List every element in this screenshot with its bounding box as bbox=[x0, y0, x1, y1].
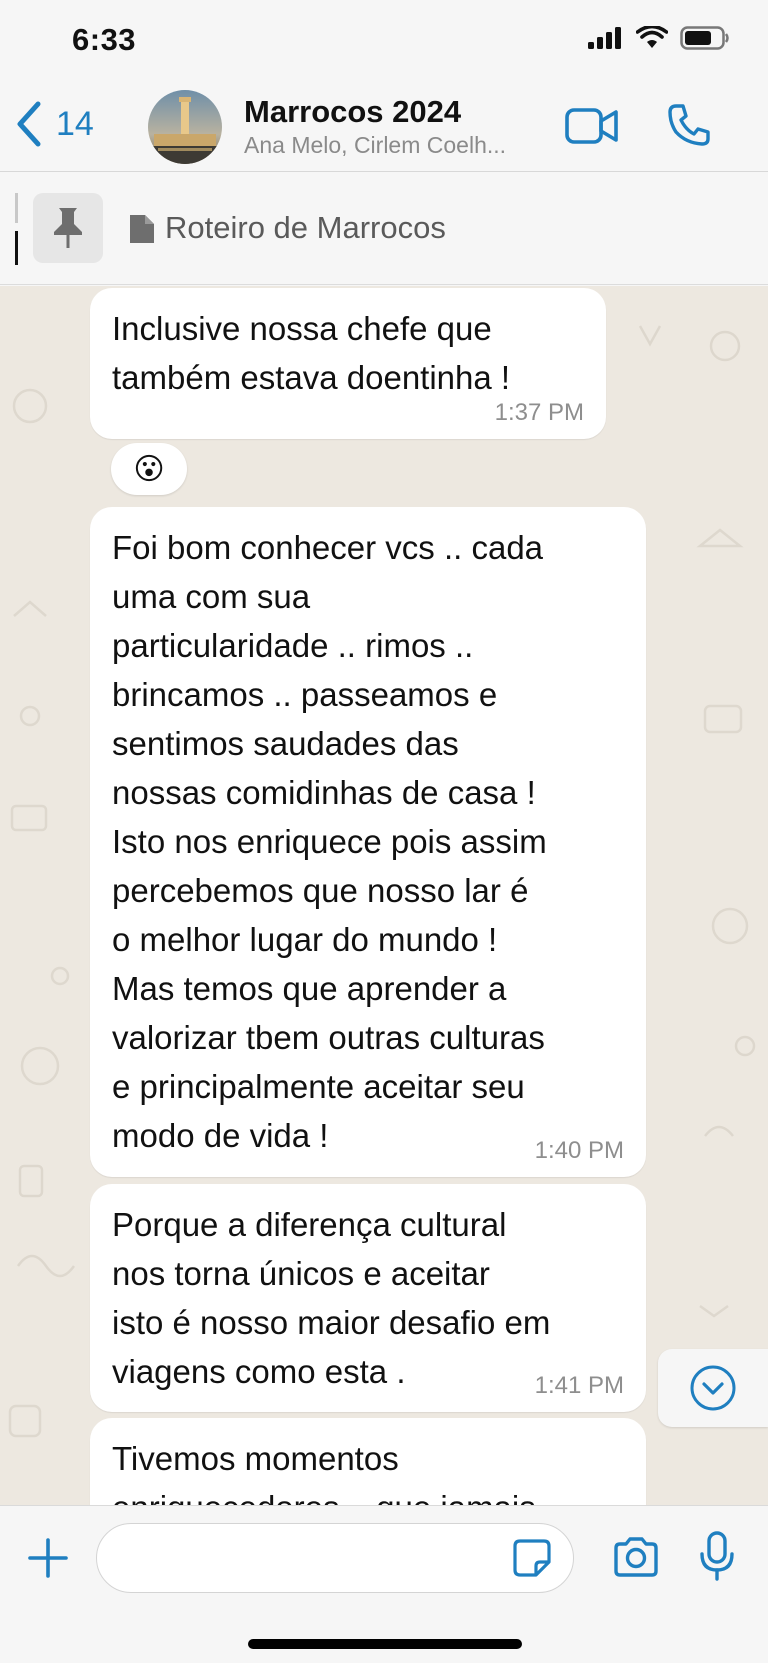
signal-icon bbox=[588, 27, 621, 49]
message-text: Porque a diferença cultural nos torna ún… bbox=[112, 1206, 551, 1390]
message-bubble[interactable]: Tivemos momentos enriquecedores .. que j… bbox=[90, 1418, 646, 1505]
plus-icon bbox=[28, 1538, 68, 1578]
chevron-down-circle-icon bbox=[690, 1365, 736, 1411]
chat-title[interactable]: Marrocos 2024 bbox=[244, 94, 461, 130]
pinned-indicator bbox=[15, 193, 18, 265]
message-text: Foi bom conhecer vcs .. cada uma com sua… bbox=[112, 529, 547, 1154]
pinned-label: Roteiro de Marrocos bbox=[165, 210, 446, 245]
sticker-icon bbox=[513, 1539, 551, 1577]
status-icons bbox=[588, 26, 730, 50]
document-icon bbox=[130, 215, 154, 243]
battery-icon bbox=[680, 26, 729, 50]
message-list[interactable]: Inclusive nossa chefe que também estava … bbox=[0, 286, 768, 1505]
camera-icon bbox=[614, 1537, 658, 1577]
attach-button[interactable] bbox=[26, 1536, 70, 1585]
status-time: 6:33 bbox=[72, 22, 137, 57]
message-composer bbox=[0, 1505, 768, 1663]
message-text: Tivemos momentos enriquecedores .. que j… bbox=[112, 1440, 536, 1505]
pinned-message-bar[interactable]: Roteiro de Marrocos bbox=[0, 173, 768, 285]
sticker-button[interactable] bbox=[512, 1538, 552, 1583]
group-avatar[interactable] bbox=[148, 90, 222, 164]
scroll-to-bottom-button[interactable] bbox=[658, 1349, 768, 1427]
video-camera-icon bbox=[565, 108, 618, 144]
message-text: Inclusive nossa chefe que também estava … bbox=[112, 310, 511, 396]
chat-subtitle[interactable]: Ana Melo, Cirlem Coelh... bbox=[244, 132, 506, 159]
wifi-icon bbox=[636, 26, 668, 48]
back-button[interactable]: 14 bbox=[14, 100, 94, 148]
voice-call-button[interactable] bbox=[666, 102, 712, 153]
message-bubble[interactable]: Foi bom conhecer vcs .. cada uma com sua… bbox=[90, 507, 646, 1177]
microphone-icon bbox=[700, 1531, 734, 1581]
video-call-button[interactable] bbox=[564, 104, 620, 153]
microphone-button[interactable] bbox=[698, 1530, 736, 1587]
pin-icon bbox=[54, 208, 82, 248]
message-reaction[interactable]: 😮 bbox=[111, 443, 187, 495]
camera-button[interactable] bbox=[612, 1536, 660, 1583]
chat-header: 14 Marrocos 2024 Ana Melo, Cirlem Coelh.… bbox=[0, 84, 768, 172]
chevron-left-icon bbox=[17, 101, 41, 147]
pin-button[interactable] bbox=[33, 193, 103, 263]
unread-count: 14 bbox=[56, 104, 94, 143]
phone-icon bbox=[668, 104, 710, 146]
message-time: 1:41 PM bbox=[534, 1372, 624, 1399]
message-input[interactable] bbox=[96, 1523, 574, 1593]
message-bubble[interactable]: Inclusive nossa chefe que também estava … bbox=[90, 288, 606, 439]
message-bubble[interactable]: Porque a diferença cultural nos torna ún… bbox=[90, 1184, 646, 1412]
status-bar: 6:33 bbox=[0, 0, 768, 84]
message-time: 1:37 PM bbox=[494, 399, 584, 426]
home-indicator bbox=[248, 1639, 522, 1649]
message-time: 1:40 PM bbox=[534, 1137, 624, 1164]
